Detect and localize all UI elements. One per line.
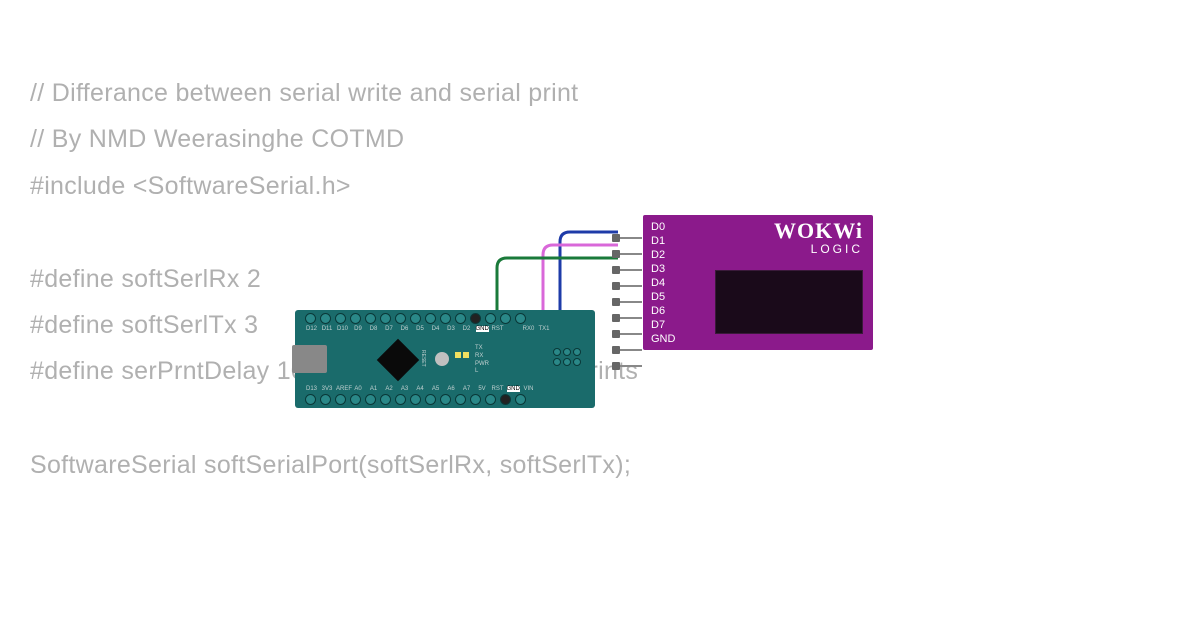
wokwi-logic-analyzer[interactable]: WOKWi LOGIC D0D1D2D3D4D5D6D7GND: [643, 215, 873, 350]
nano-top-pin-row: [305, 313, 526, 324]
nano-led-1: [455, 352, 461, 358]
logic-pin-headers: [618, 225, 642, 367]
nano-bottom-pin-row: [305, 394, 526, 405]
nano-reset-button[interactable]: [435, 352, 449, 366]
code-block: // Differance between serial write and s…: [30, 70, 638, 488]
code-line-4: #define softSerlRx 2: [30, 256, 638, 302]
code-line-1: // Differance between serial write and s…: [30, 70, 638, 116]
code-line-2: // By NMD Weerasinghe COTMD: [30, 116, 638, 162]
arduino-nano-board[interactable]: D12D11D10D9D8D7D6D5D4D3D2GNDRSTRX0TX1 D1…: [295, 310, 595, 408]
reset-label: RESET: [420, 350, 426, 367]
nano-led-2: [463, 352, 469, 358]
nano-usb-port: [292, 345, 327, 373]
nano-bottom-labels: D133V3AREFA0A1A2A3A4A5A6A75VRSTGNDVIN: [305, 386, 535, 392]
code-line-7: SoftwareSerial softSerialPort(softSerlRx…: [30, 442, 638, 488]
logic-screen: [715, 270, 863, 334]
logic-logo: WOKWi LOGIC: [774, 218, 863, 256]
nano-indicator-labels: TXRXPWRL: [475, 345, 489, 376]
code-line-3: #include <SoftwareSerial.h>: [30, 163, 638, 209]
logic-subtitle: LOGIC: [774, 242, 863, 256]
wokwi-brand-text: WOKWi: [774, 218, 863, 244]
nano-atmega-chip: [377, 339, 419, 381]
nano-isp-header: [553, 348, 581, 366]
nano-top-labels: D12D11D10D9D8D7D6D5D4D3D2GNDRSTRX0TX1: [305, 326, 551, 332]
logic-pin-labels: D0D1D2D3D4D5D6D7GND: [651, 221, 675, 347]
